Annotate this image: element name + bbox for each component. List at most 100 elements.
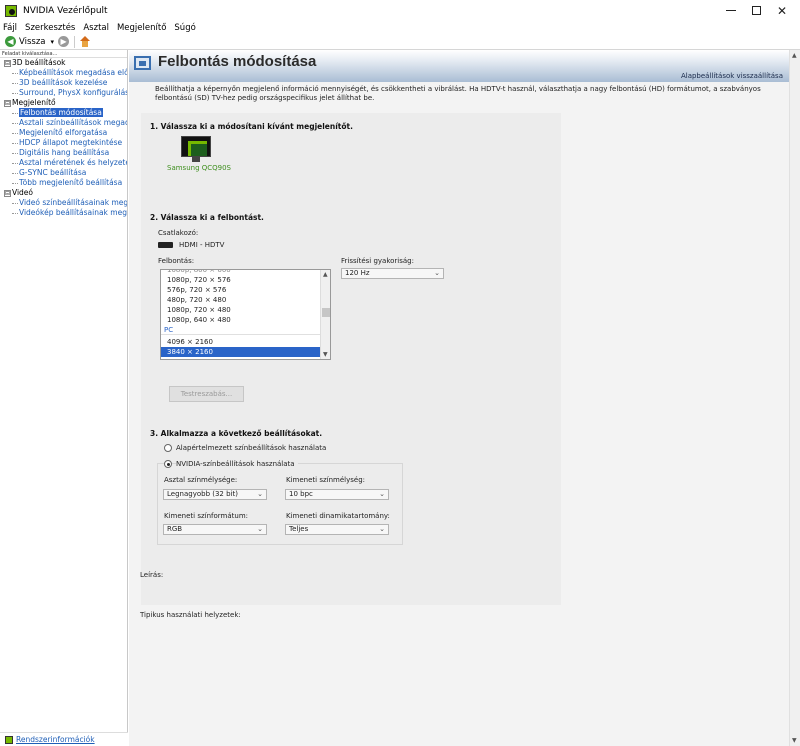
resolution-item-selected[interactable]: 3840 × 2160: [161, 347, 330, 357]
tree-category-3d[interactable]: ⊟ 3D beállítások: [0, 58, 127, 68]
scroll-up-icon[interactable]: ▲: [792, 52, 797, 59]
resolution-label: Felbontás:: [158, 257, 195, 265]
forward-arrow-icon[interactable]: ▶: [58, 36, 70, 47]
scroll-down-icon[interactable]: ▼: [323, 351, 328, 358]
tree-item-change-resolution[interactable]: Felbontás módosítása: [0, 108, 127, 118]
settings-area: 1. Válassza ki a módosítani kívánt megje…: [141, 113, 561, 605]
tree-item-label: Több megjelenítő beállítása: [19, 178, 123, 187]
toolbar: ◀ Vissza ▾ ▶: [0, 34, 800, 50]
chevron-down-icon: ⌄: [379, 525, 385, 533]
task-header: Feladat kiválasztása...: [0, 50, 127, 58]
output-depth-label: Kimeneti színmélység:: [286, 476, 365, 484]
output-depth-value: 10 bpc: [289, 490, 313, 498]
tree-category-video[interactable]: ⊟ Videó: [0, 188, 127, 198]
output-range-label: Kimeneti dinamikatartomány:: [286, 512, 390, 520]
tree-item-label: 3D beállítások kezelése: [19, 78, 108, 87]
tree-item-gsync[interactable]: G-SYNC beállítása: [0, 168, 127, 178]
resolution-group-header: PC: [161, 325, 330, 335]
resolution-item[interactable]: 1080p, 720 × 576: [161, 275, 330, 285]
tree-item-label: Megjelenítő elforgatása: [19, 128, 108, 137]
tree-item-label: Asztali színbeállítások megadása: [19, 118, 127, 127]
tree-item-image-settings[interactable]: Képbeállítások megadása előnézettel: [0, 68, 127, 78]
resolution-item[interactable]: 480p, 720 × 480: [161, 295, 330, 305]
default-color-label: Alapértelmezett színbeállítások használa…: [176, 444, 327, 452]
menu-desktop[interactable]: Asztal: [79, 23, 113, 33]
tree-item-video-image[interactable]: Videókép beállításainak megadása: [0, 208, 127, 218]
tree-item-hdcp-status[interactable]: HDCP állapot megtekintése: [0, 138, 127, 148]
tree-category-label: 3D beállítások: [12, 58, 66, 67]
description-label: Leírás:: [140, 571, 164, 579]
tree-item-desktop-size[interactable]: Asztal méretének és helyzetének be...: [0, 158, 127, 168]
menu-edit[interactable]: Szerkesztés: [21, 23, 79, 33]
resolution-item[interactable]: 4096 × 2160: [161, 337, 330, 347]
tree-item-label: Videókép beállításainak megadása: [19, 208, 127, 217]
collapse-icon[interactable]: ⊟: [4, 60, 11, 67]
restore-defaults-link[interactable]: Alapbeállítások visszaállítása: [681, 72, 783, 80]
tree-item-desktop-color[interactable]: Asztali színbeállítások megadása: [0, 118, 127, 128]
scroll-up-icon[interactable]: ▲: [323, 271, 328, 278]
tree-item-label: Képbeállítások megadása előnézettel: [19, 68, 127, 77]
window-title: NVIDIA Vezérlőpult: [23, 5, 108, 16]
resolution-list[interactable]: 1080p, 800 × 600 1080p, 720 × 576 576p, …: [160, 269, 331, 360]
tree-item-label: Videó színbeállításainak megadása: [19, 198, 128, 207]
chevron-down-icon: ⌄: [257, 525, 263, 533]
scroll-down-icon[interactable]: ▼: [792, 737, 797, 744]
chevron-down-icon: ⌄: [257, 490, 263, 498]
menu-file[interactable]: Fájl: [0, 23, 21, 33]
desktop-depth-select[interactable]: Legnagyobb (32 bit) ⌄: [163, 489, 267, 500]
chevron-down-icon: ⌄: [434, 269, 440, 277]
customize-button[interactable]: Testreszabás...: [169, 386, 244, 402]
tree-item-digital-audio[interactable]: Digitális hang beállítása: [0, 148, 127, 158]
tree-item-multiple-displays[interactable]: Több megjelenítő beállítása: [0, 178, 127, 188]
resolution-list-scrollbar[interactable]: ▲ ▼: [320, 270, 330, 359]
monitor-stand: [192, 157, 200, 162]
tree-item-rotate-display[interactable]: Megjelenítő elforgatása: [0, 128, 127, 138]
tree-item-label: HDCP állapot megtekintése: [19, 138, 123, 147]
typical-usage-label: Tipikus használati helyzetek:: [140, 611, 241, 619]
resolution-item[interactable]: 1080p, 720 × 480: [161, 305, 330, 315]
resolution-item[interactable]: 576p, 720 × 576: [161, 285, 330, 295]
resolution-item[interactable]: 1080p, 640 × 480: [161, 315, 330, 325]
refresh-rate-select[interactable]: 120 Hz ⌄: [341, 268, 444, 279]
output-depth-select[interactable]: 10 bpc ⌄: [285, 489, 389, 500]
display-name[interactable]: Samsung QCQ90S: [167, 164, 231, 172]
title-bar: NVIDIA Vezérlőpult ✕: [0, 0, 800, 21]
content-scrollbar[interactable]: ▲ ▼: [789, 50, 800, 746]
tree-item-manage-3d[interactable]: 3D beállítások kezelése: [0, 78, 127, 88]
scroll-thumb[interactable]: [322, 308, 330, 317]
collapse-icon[interactable]: ⊟: [4, 100, 11, 107]
output-format-value: RGB: [167, 525, 183, 533]
back-history-dropdown[interactable]: ▾: [51, 38, 55, 46]
page-header: Felbontás módosítása Alapbeállítások vis…: [129, 50, 789, 82]
back-arrow-icon[interactable]: ◀: [5, 36, 16, 47]
content-panel: Felbontás módosítása Alapbeállítások vis…: [129, 50, 800, 746]
output-range-value: Teljes: [289, 525, 309, 533]
system-info-link[interactable]: Rendszerinformációk: [16, 735, 95, 744]
nvidia-color-label: NVIDIA-színbeállítások használata: [176, 460, 298, 468]
tree-item-video-color[interactable]: Videó színbeállításainak megadása: [0, 198, 127, 208]
output-format-select[interactable]: RGB ⌄: [163, 524, 267, 535]
task-tree: ⊟ 3D beállítások Képbeállítások megadása…: [0, 58, 127, 218]
close-button[interactable]: ✕: [759, 0, 800, 21]
monitor-screen: [181, 136, 211, 157]
desktop-depth-label: Asztal színmélysége:: [164, 476, 238, 484]
default-color-radio[interactable]: [164, 444, 172, 452]
menu-display[interactable]: Megjelenítő: [113, 23, 170, 33]
nvidia-color-radio[interactable]: [164, 460, 172, 468]
menu-help[interactable]: Súgó: [170, 23, 199, 33]
tree-item-surround-physx[interactable]: Surround, PhysX konfigurálása: [0, 88, 127, 98]
collapse-icon[interactable]: ⊟: [4, 190, 11, 197]
output-range-select[interactable]: Teljes ⌄: [285, 524, 389, 535]
home-icon[interactable]: [79, 35, 91, 48]
system-info-bar: Rendszerinformációk: [0, 732, 128, 746]
nvidia-app-icon: [5, 4, 17, 17]
close-icon: ✕: [776, 3, 788, 18]
monitor-icon[interactable]: [181, 136, 211, 162]
tree-item-label: G-SYNC beállítása: [19, 168, 87, 177]
tree-category-display[interactable]: ⊟ Megjelenítő: [0, 98, 127, 108]
back-button[interactable]: Vissza: [19, 37, 46, 47]
tree-item-label: Digitális hang beállítása: [19, 148, 110, 157]
tree-item-label: Asztal méretének és helyzetének be...: [19, 158, 127, 167]
section-select-display: 1. Válassza ki a módosítani kívánt megje…: [150, 122, 353, 131]
desktop-depth-value: Legnagyobb (32 bit): [167, 490, 238, 498]
